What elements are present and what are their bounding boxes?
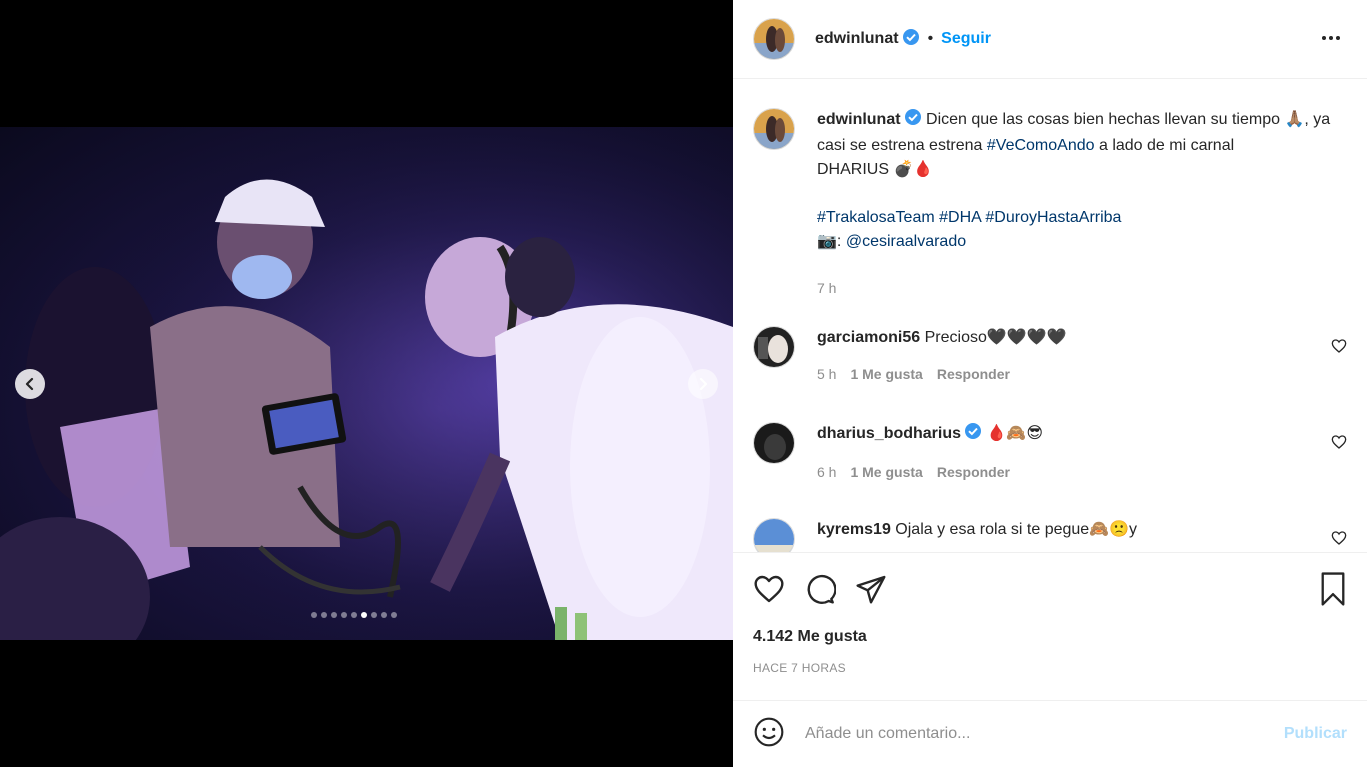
avatar-image: [754, 327, 794, 367]
post-timestamp[interactable]: HACE 7 HORAS: [753, 661, 846, 675]
carousel-dot: [341, 612, 347, 618]
more-options-icon[interactable]: [1321, 28, 1341, 53]
verified-badge-icon: [902, 28, 920, 51]
comment-meta: 5 h 1 Me gusta Responder: [817, 362, 1353, 386]
author-avatar[interactable]: [753, 18, 795, 60]
chevron-left-icon: [25, 377, 34, 391]
post-sidebar: edwinlunat • Seguir edwinlunat Dicen que…: [733, 0, 1367, 767]
reply-button[interactable]: Responder: [937, 460, 1010, 484]
post-header: edwinlunat • Seguir: [733, 0, 1367, 79]
separator-dot: •: [927, 30, 934, 47]
photo-illustration: [0, 127, 733, 640]
avatar-image: [754, 519, 794, 552]
like-comment-heart-icon[interactable]: [1331, 338, 1347, 359]
comment-body: garciamoni56 Precioso🖤🖤🖤🖤 5 h 1 Me gusta…: [817, 326, 1353, 386]
author-username[interactable]: edwinlunat: [815, 30, 899, 48]
comment-time[interactable]: 6 h: [817, 460, 836, 484]
avatar-image: [754, 19, 794, 59]
comment-meta: 6 h 1 Me gusta Responder: [817, 460, 1353, 484]
post-actions: 4.142 Me gusta HACE 7 HORAS: [733, 552, 1367, 700]
comment-bubble-icon[interactable]: [804, 573, 837, 610]
comment-body: dharius_bodharius 🩸🙈😎 6 h 1 Me gusta Res…: [817, 422, 1353, 484]
post-caption: edwinlunat Dicen que las cosas bien hech…: [753, 108, 1353, 300]
caption-text: edwinlunat Dicen que las cosas bien hech…: [817, 108, 1353, 300]
comment-time[interactable]: 5 h: [817, 362, 836, 386]
caption-username[interactable]: edwinlunat: [817, 111, 901, 128]
commenter-avatar[interactable]: [753, 518, 795, 552]
verified-badge-icon: [964, 422, 982, 448]
comment-likes[interactable]: 1 Me gusta: [850, 362, 922, 386]
avatar-image: [754, 423, 794, 463]
comment-item: kyrems19 Ojala y esa rola si te pegue🙈🙁y: [753, 518, 1353, 552]
comment-text: Ojala y esa rola si te pegue🙈🙁y: [895, 521, 1138, 538]
post-photo[interactable]: [0, 127, 733, 640]
comment-username[interactable]: garciamoni56: [817, 329, 920, 346]
verified-badge-icon: [904, 108, 922, 134]
comment-item: dharius_bodharius 🩸🙈😎 6 h 1 Me gusta Res…: [753, 422, 1353, 484]
caption-avatar[interactable]: [753, 108, 795, 150]
caption-time[interactable]: 7 h: [817, 276, 1353, 300]
save-bookmark-icon[interactable]: [1317, 571, 1349, 612]
comment-text: 🩸🙈😎: [986, 425, 1044, 442]
comment-text: Precioso🖤🖤🖤🖤: [924, 329, 1067, 346]
carousel-dot: [381, 612, 387, 618]
share-paper-plane-icon[interactable]: [855, 573, 887, 610]
comment-body: kyrems19 Ojala y esa rola si te pegue🙈🙁y: [817, 518, 1353, 552]
carousel-dot: [361, 612, 367, 618]
carousel-dot: [311, 612, 317, 618]
add-comment-bar: Publicar: [733, 700, 1367, 767]
comment-username[interactable]: kyrems19: [817, 521, 891, 538]
hashtag-dha[interactable]: #DHA: [939, 209, 981, 226]
caption-line-3: a lado de mi carnal: [1098, 137, 1235, 154]
carousel-dots: [311, 612, 397, 618]
comment-item: garciamoni56 Precioso🖤🖤🖤🖤 5 h 1 Me gusta…: [753, 326, 1353, 386]
carousel-dot: [351, 612, 357, 618]
comment-username[interactable]: dharius_bodharius: [817, 425, 961, 442]
photo-credit-prefix: 📷:: [817, 233, 842, 250]
comments-list[interactable]: edwinlunat Dicen que las cosas bien hech…: [733, 80, 1367, 552]
avatar-image: [754, 109, 794, 149]
carousel-dot: [321, 612, 327, 618]
reply-button[interactable]: Responder: [937, 362, 1010, 386]
comment-likes[interactable]: 1 Me gusta: [850, 460, 922, 484]
post-media: [0, 0, 733, 767]
commenter-avatar[interactable]: [753, 422, 795, 464]
chevron-right-icon: [699, 377, 708, 391]
previous-slide-button[interactable]: [15, 369, 45, 399]
hashtag-duroyhastaarriba[interactable]: #DuroyHastaArriba: [985, 209, 1121, 226]
like-heart-icon[interactable]: [753, 573, 785, 610]
comment-input[interactable]: [805, 725, 1245, 743]
hashtag-trakalosateam[interactable]: #TrakalosaTeam: [817, 209, 935, 226]
emoji-smiley-icon[interactable]: [753, 716, 785, 753]
hashtag-vecomoando[interactable]: #VeComoAndo: [987, 137, 1095, 154]
commenter-avatar[interactable]: [753, 326, 795, 368]
photo-credit-mention[interactable]: @cesiraalvarado: [846, 233, 966, 250]
caption-line-4: DHARIUS 💣🩸: [817, 161, 934, 178]
like-comment-heart-icon[interactable]: [1331, 434, 1347, 455]
next-slide-button[interactable]: [688, 369, 718, 399]
publish-button[interactable]: Publicar: [1284, 725, 1347, 743]
like-comment-heart-icon[interactable]: [1331, 530, 1347, 551]
caption-line-1: Dicen que las cosas bien hechas llevan s…: [926, 111, 1309, 128]
follow-button[interactable]: Seguir: [941, 30, 991, 48]
carousel-dot: [371, 612, 377, 618]
likes-count[interactable]: 4.142 Me gusta: [753, 628, 867, 646]
carousel-dot: [391, 612, 397, 618]
carousel-dot: [331, 612, 337, 618]
